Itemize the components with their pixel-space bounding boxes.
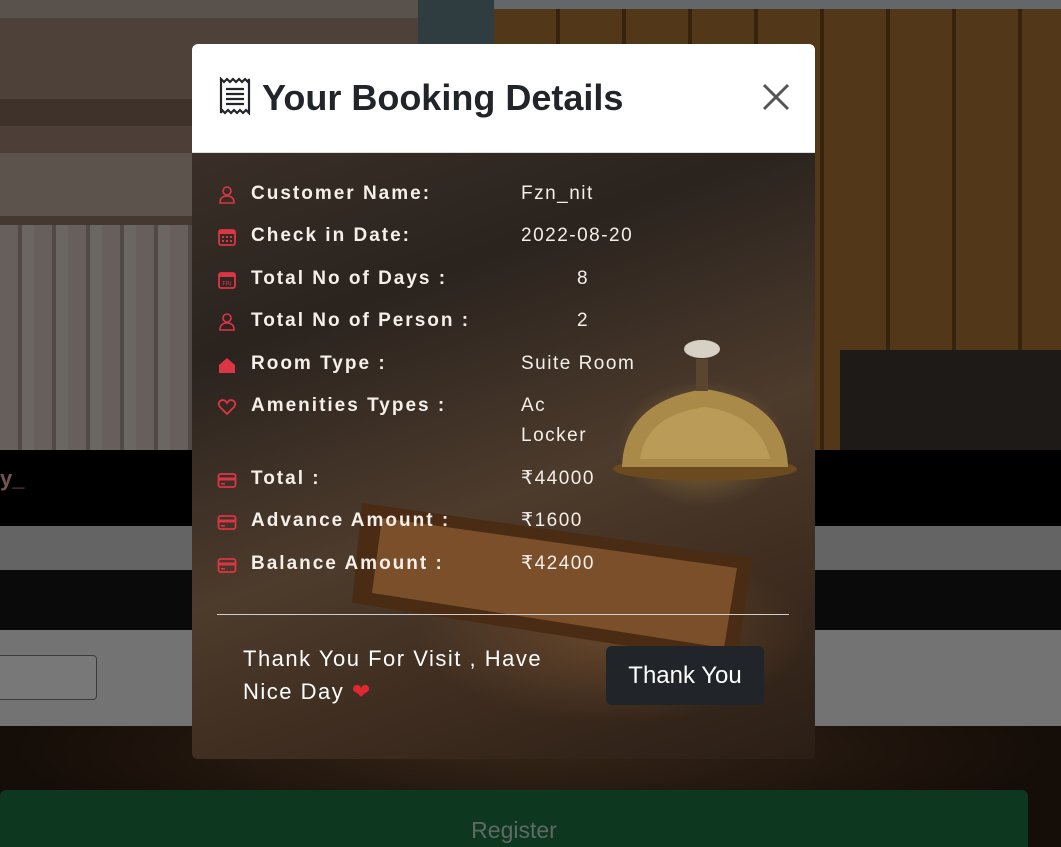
detail-value: ₹1600 xyxy=(521,506,583,536)
modal-body: Customer Name: Fzn_nit Check in Date: 2022-… xyxy=(192,153,815,759)
detail-value: ₹42400 xyxy=(521,549,595,579)
booking-details-modal: Your Booking Details Customer Name: Fzn_n… xyxy=(192,44,815,759)
detail-row: FRI Total No of Days : 8 xyxy=(217,268,589,294)
detail-label: Total No of Person : xyxy=(251,310,471,331)
card-icon xyxy=(217,470,237,490)
detail-value: Ac Locker xyxy=(521,391,587,451)
detail-value-text: 2022-08-20 xyxy=(521,225,634,246)
thank-you-button[interactable]: Thank You xyxy=(606,646,764,705)
thank-you-message-text: Thank You For Visit , Have Nice Day xyxy=(243,646,543,704)
detail-value: 2 xyxy=(521,306,589,336)
detail-row: Amenities Types : Ac Locker xyxy=(217,395,587,451)
detail-label: Amenities Types : xyxy=(251,395,447,416)
detail-value: Fzn_nit xyxy=(521,179,594,209)
calendar-day-icon: FRI xyxy=(217,270,237,290)
person-icon xyxy=(217,185,237,205)
modal-title: Your Booking Details xyxy=(262,77,624,118)
detail-value-text: Locker xyxy=(521,425,588,446)
detail-value-text: 2 xyxy=(577,310,590,331)
detail-row: Customer Name: Fzn_nit xyxy=(217,183,594,209)
detail-value-text: 8 xyxy=(577,268,590,289)
detail-label: Advance Amount : xyxy=(251,510,451,531)
card-icon xyxy=(217,512,237,532)
detail-value-text: Suite Room xyxy=(521,353,636,374)
detail-value: 8 xyxy=(521,264,589,294)
close-icon[interactable] xyxy=(761,82,791,112)
detail-label: Total No of Days : xyxy=(251,268,448,289)
detail-value: 2022-08-20 xyxy=(521,221,633,251)
heart-icon: ❤ xyxy=(351,679,372,704)
heart-outline-icon xyxy=(217,397,237,417)
house-icon xyxy=(217,355,237,375)
detail-row: Advance Amount : ₹1600 xyxy=(217,510,583,536)
receipt-icon xyxy=(218,75,252,120)
svg-text:FRI: FRI xyxy=(222,281,232,288)
detail-row: Balance Amount : ₹42400 xyxy=(217,553,595,579)
detail-value-text: ₹1600 xyxy=(521,510,583,531)
card-icon xyxy=(217,555,237,575)
divider xyxy=(217,614,789,615)
detail-row: Total No of Person : 2 xyxy=(217,310,589,336)
detail-value-text: ₹42400 xyxy=(521,553,595,574)
modal-header: Your Booking Details xyxy=(192,44,815,153)
detail-label: Check in Date: xyxy=(251,225,411,246)
detail-label: Customer Name: xyxy=(251,183,432,204)
detail-value-text: Fzn_nit xyxy=(521,183,594,204)
detail-row: Check in Date: 2022-08-20 xyxy=(217,225,633,251)
reception-bell-image xyxy=(613,340,797,481)
detail-value-text: ₹44000 xyxy=(521,468,595,489)
person-icon xyxy=(217,312,237,332)
detail-value: ₹44000 xyxy=(521,464,595,494)
detail-value-text: Ac xyxy=(521,395,547,416)
detail-row: Room Type : Suite Room xyxy=(217,353,635,379)
detail-row: Total : ₹44000 xyxy=(217,468,595,494)
detail-label: Balance Amount : xyxy=(251,553,444,574)
calendar-grid-icon xyxy=(217,227,237,247)
detail-value: Suite Room xyxy=(521,349,635,379)
detail-label: Room Type : xyxy=(251,353,387,374)
thank-you-message: Thank You For Visit , Have Nice Day ❤ xyxy=(243,642,583,708)
detail-label: Total : xyxy=(251,468,321,489)
